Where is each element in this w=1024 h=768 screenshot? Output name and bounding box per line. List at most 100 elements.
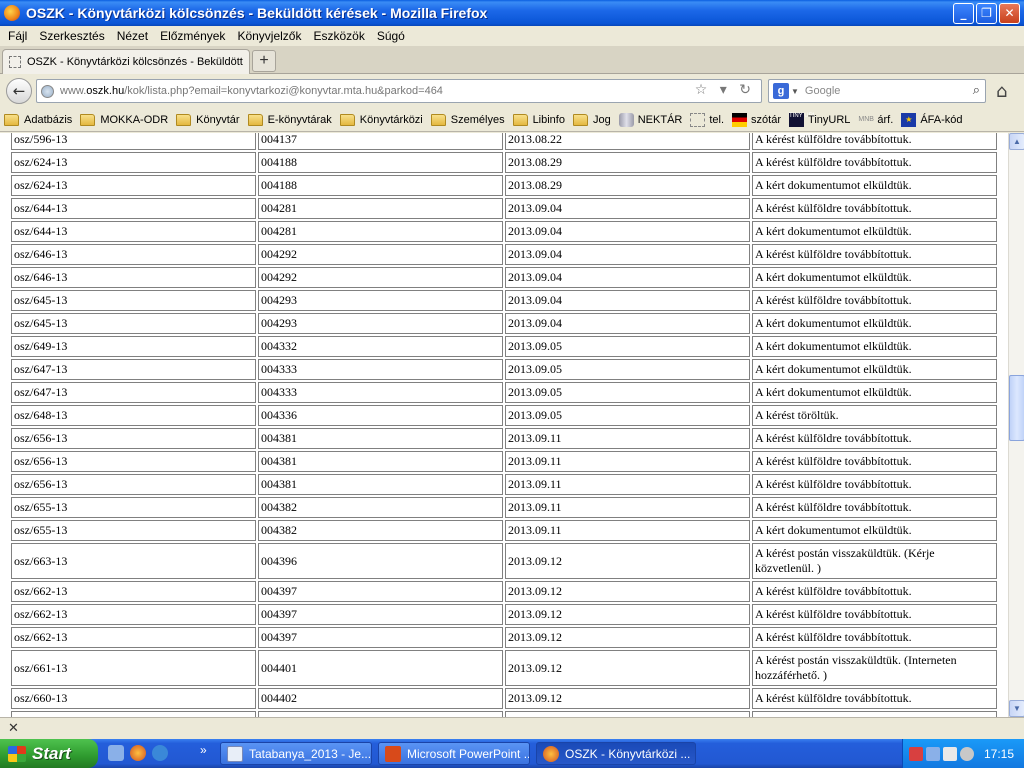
page-content: osz/596-13 004137 2013.08.22 A kérést külfö… (0, 133, 1008, 717)
bookmark-arf[interactable]: MNB árf. (858, 113, 893, 127)
request-date-cell: 2013.09.04 (505, 290, 750, 311)
tab-bar: OSZK - Könyvtárközi kölcsönzés - Beküldö… (0, 46, 1024, 74)
taskbar-button-label: Tatabanya_2013 - Je... (249, 746, 372, 761)
request-status-cell: A kért dokumentumot elküldtük. (752, 267, 997, 288)
window-titlebar[interactable]: OSZK - Könyvtárközi kölcsönzés - Beküldö… (0, 0, 1024, 26)
request-date-cell: 2013.09.04 (505, 313, 750, 334)
url-tools[interactable]: ☆ ▾ ↻ (695, 82, 755, 98)
menu-history[interactable]: Előzmények (154, 29, 231, 43)
request-status-cell: A kért dokumentumot elküldtük. (752, 313, 997, 334)
table-row: osz/647-13 004333 2013.09.05 A kért dokumen… (11, 382, 997, 403)
new-tab-button[interactable]: + (252, 50, 276, 72)
menu-bookmarks[interactable]: Könyvjelzők (231, 29, 307, 43)
request-number-cell: 004292 (258, 267, 503, 288)
menu-edit[interactable]: Szerkesztés (33, 29, 110, 43)
scroll-thumb[interactable] (1009, 375, 1024, 441)
search-bar[interactable]: g ▼ Google ⌕ (768, 79, 986, 103)
volume-icon[interactable] (960, 746, 974, 761)
database-icon (618, 112, 634, 127)
security-icon[interactable] (909, 746, 923, 761)
request-status-cell: A kérést külföldre továbbítottuk. (752, 627, 997, 648)
request-number-cell: 004397 (258, 604, 503, 625)
bookmark-szemelyes[interactable]: Személyes (430, 113, 505, 126)
ie-launch-icon[interactable] (152, 745, 168, 761)
close-button[interactable]: ✕ (999, 2, 1020, 24)
bookmark-konyvtarkozi[interactable]: Könyvtárközi (339, 113, 423, 126)
bookmark-mokka-odr[interactable]: MOKKA-ODR (80, 113, 168, 126)
taskbar-button-word[interactable]: Tatabanya_2013 - Je... (220, 742, 372, 765)
system-tray: 17:15 (902, 739, 1024, 768)
bookmark-nektar[interactable]: NEKTÁR (618, 112, 682, 127)
request-id-cell: osz/663-13 (11, 543, 256, 579)
bookmark-label: ÁFA-kód (920, 113, 963, 126)
address-bar[interactable]: www. oszk.hu/kok/lista.php?email=konyvtar… (36, 79, 762, 103)
menu-file[interactable]: Fájl (2, 29, 33, 43)
request-date-cell: 2013.08.29 (505, 175, 750, 196)
request-number-cell: 004188 (258, 152, 503, 173)
request-id-cell: osz/662-13 (11, 627, 256, 648)
request-number-cell: 004382 (258, 520, 503, 541)
home-icon[interactable]: ⌂ (996, 81, 1007, 102)
menu-view[interactable]: Nézet (111, 29, 154, 43)
scroll-down-icon[interactable]: ▼ (1009, 700, 1024, 717)
bookmark-tel[interactable]: tel. (690, 112, 724, 127)
show-desktop-icon[interactable] (108, 745, 124, 761)
taskbar-button-powerpoint[interactable]: Microsoft PowerPoint ... (378, 742, 530, 765)
bookmark-libinfo[interactable]: Libinfo (512, 113, 565, 126)
request-date-cell: 2013.09.11 (505, 497, 750, 518)
request-number-cell: 004381 (258, 451, 503, 472)
request-status-cell: A kérést külföldre továbbítottuk. (752, 133, 997, 150)
minimize-button[interactable]: _ (953, 2, 974, 24)
request-id-cell: osz/624-13 (11, 175, 256, 196)
quick-launch (108, 745, 168, 761)
request-status-cell: A kért dokumentumot elküldtük. (752, 520, 997, 541)
bookmark-e-konyvtarak[interactable]: E-könyvtárak (247, 113, 332, 126)
request-status-cell: A kérést külföldre továbbítottuk. (752, 474, 997, 495)
request-number-cell: 004402 (258, 688, 503, 709)
menu-tools[interactable]: Eszközök (307, 29, 370, 43)
back-button[interactable]: ← (6, 78, 32, 104)
network-icon[interactable] (926, 746, 940, 761)
start-button[interactable]: Start (0, 739, 98, 768)
bookmark-label: Könyvtár (196, 113, 240, 126)
fox-icon[interactable] (943, 746, 957, 761)
bookmark-konyvtar[interactable]: Könyvtár (176, 113, 240, 126)
request-number-cell: 004333 (258, 382, 503, 403)
request-number-cell: 004293 (258, 290, 503, 311)
bookmark-adatbazis[interactable]: Adatbázis (4, 113, 72, 126)
bookmark-jog[interactable]: Jog (572, 113, 611, 126)
request-status-cell: A kérést postán visszaküldtük. (Kérje kö… (752, 543, 997, 579)
taskbar-button-label: OSZK - Könyvtárközi ... (565, 746, 691, 761)
request-id-cell: osz/646-13 (11, 244, 256, 265)
page-icon (9, 56, 21, 68)
firefox-launch-icon[interactable] (130, 745, 146, 761)
table-row: osz/646-13 004292 2013.09.04 A kérést külfö… (11, 244, 997, 265)
request-status-cell: A kért dokumentumot elküldtük. (752, 359, 997, 380)
request-number-cell: 004381 (258, 474, 503, 495)
close-findbar-icon[interactable]: ✕ (8, 721, 19, 736)
maximize-button[interactable]: ❐ (976, 2, 997, 24)
scroll-up-icon[interactable]: ▲ (1009, 133, 1024, 150)
bookmark-tinyurl[interactable]: TINY URL TinyURL (789, 112, 850, 127)
tab-active[interactable]: OSZK - Könyvtárközi kölcsönzés - Beküldö… (2, 49, 250, 74)
table-row: osz/647-13 004333 2013.09.05 A kért dokumen… (11, 359, 997, 380)
request-number-cell: 004397 (258, 627, 503, 648)
request-id-cell: osz/656-13 (11, 428, 256, 449)
request-date-cell: 2013.09.05 (505, 382, 750, 403)
quick-launch-chevron[interactable]: » (200, 743, 207, 757)
request-id-cell: osz/662-13 (11, 604, 256, 625)
request-date-cell: 2013.09.05 (505, 359, 750, 380)
find-bar: ✕ (0, 717, 1024, 739)
request-status-cell: A kért dokumentumot elküldtük. (752, 382, 997, 403)
vertical-scrollbar[interactable]: ▲ ▼ (1008, 133, 1024, 717)
bookmark-szotar[interactable]: szótár (732, 112, 781, 127)
request-id-cell: osz/645-13 (11, 313, 256, 334)
search-icon[interactable]: ⌕ (973, 83, 980, 98)
request-number-cell: 004397 (258, 581, 503, 602)
bookmark-afa-kod[interactable]: ★ ÁFA-kód (901, 112, 963, 127)
google-icon[interactable]: g (773, 83, 789, 99)
menu-help[interactable]: Súgó (371, 29, 411, 43)
request-date-cell: 2013.09.12 (505, 543, 750, 579)
engine-dropdown-icon[interactable]: ▼ (791, 87, 799, 96)
taskbar-button-firefox[interactable]: OSZK - Könyvtárközi ... (536, 742, 696, 765)
